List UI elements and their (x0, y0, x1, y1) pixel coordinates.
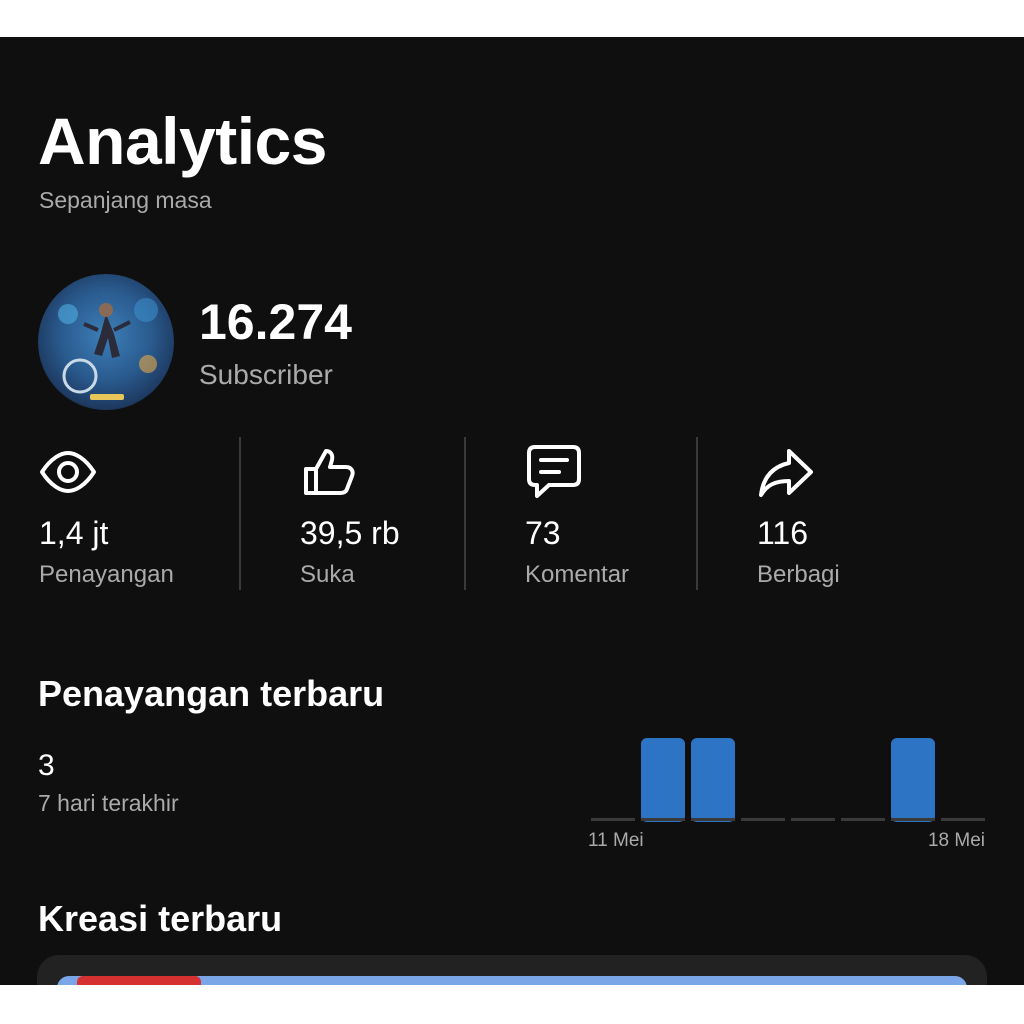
comments-label: Komentar (525, 561, 630, 588)
bar-chart: 11 Mei 18 Mei (588, 738, 985, 851)
page-title: Analytics (38, 104, 327, 178)
stat-divider (239, 437, 241, 590)
chart-baseline-segment (841, 818, 885, 821)
shares-label: Berbagi (757, 561, 840, 588)
analytics-screen: Analytics Sepanjang masa 16.274 Subscrib… (0, 37, 1024, 985)
chart-baseline-segment (741, 818, 785, 821)
eye-icon (40, 451, 96, 493)
views-label: Penayangan (39, 561, 174, 588)
chart-baseline-segment (941, 818, 985, 821)
recent-views-period: 7 hari terakhir (38, 790, 179, 816)
avatar-artwork (38, 274, 174, 410)
chart-bar-13 Mei (691, 738, 735, 822)
period-subtitle[interactable]: Sepanjang masa (39, 187, 212, 214)
recent-views-title: Penayangan terbaru (38, 673, 385, 714)
subscriber-count: 16.274 (199, 294, 352, 350)
stat-divider (696, 437, 698, 590)
views-value: 1,4 jt (39, 515, 109, 551)
channel-avatar[interactable] (38, 274, 174, 410)
comments-value: 73 (525, 515, 561, 551)
chart-tick-label: 11 Mei (588, 830, 644, 851)
thumbnail-badge (77, 976, 201, 985)
likes-label: Suka (300, 561, 355, 588)
recent-views-chart[interactable]: 11 Mei 18 Mei (585, 732, 987, 858)
chart-bar-17 Mei (891, 738, 935, 822)
recent-views-value: 3 (38, 749, 55, 782)
share-icon (759, 449, 813, 497)
likes-value: 39,5 rb (300, 515, 400, 551)
chart-tick-label: 18 Mei (928, 830, 985, 851)
stat-divider (464, 437, 466, 590)
latest-creation-card[interactable] (37, 955, 987, 985)
chart-bar-12 Mei (641, 738, 685, 822)
chart-baseline-segment (591, 818, 635, 821)
latest-creations-title: Kreasi terbaru (38, 898, 283, 939)
chart-baseline-segment (641, 818, 685, 821)
chart-baseline-segment (891, 818, 935, 821)
thumbs-up-icon (304, 449, 355, 495)
subscriber-label: Subscriber (199, 359, 333, 390)
chart-baseline-segment (691, 818, 735, 821)
shares-value: 116 (757, 515, 809, 551)
comment-icon (527, 445, 581, 498)
chart-baseline-segment (791, 818, 835, 821)
